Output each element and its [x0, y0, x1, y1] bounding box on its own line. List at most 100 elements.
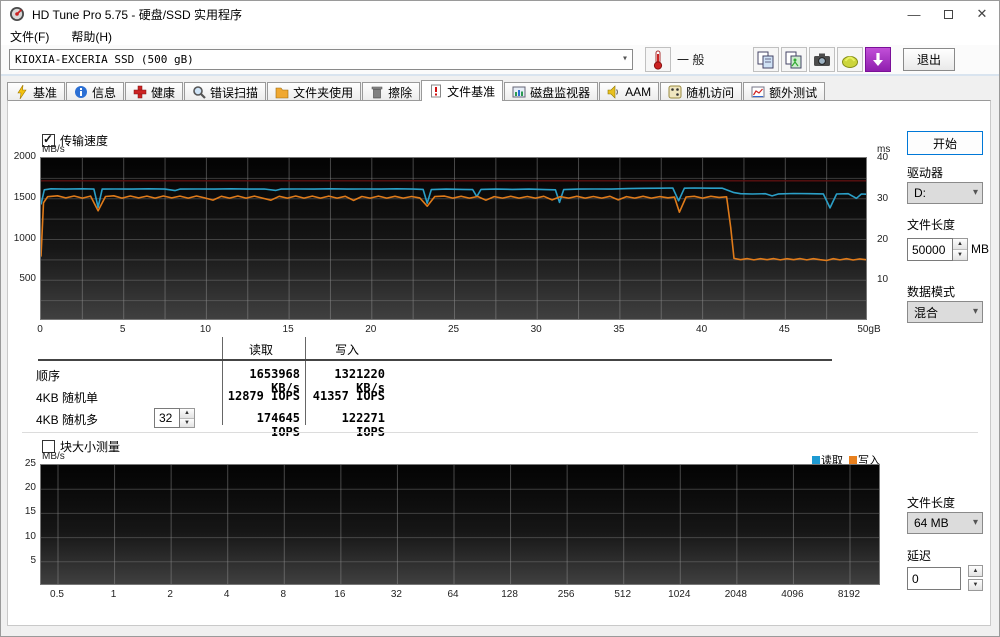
queue-depth-input[interactable]: 32 — [154, 408, 180, 428]
spin-down-icon[interactable]: ▼ — [953, 250, 967, 260]
exit-button[interactable]: 退出 — [903, 48, 955, 71]
save-icon — [840, 50, 860, 70]
transfer-speed-checkbox-label: 传输速度 — [60, 132, 108, 149]
spin-up-icon[interactable]: ▲ — [968, 565, 983, 577]
transfer-speed-chart-plot — [40, 157, 867, 320]
y-tick-label: 25 — [4, 458, 36, 469]
x-tick-label: 30 — [516, 324, 556, 335]
drive-dropdown[interactable]: D: ▾ — [907, 182, 983, 204]
download-arrow-icon — [869, 51, 887, 69]
screenshot-button[interactable] — [809, 47, 835, 72]
x-tick-label: 128 — [488, 589, 532, 600]
file-length2-dropdown-value: 64 MB — [914, 516, 949, 530]
data-mode-label: 数据模式 — [907, 283, 955, 300]
minimize-button[interactable]: — — [897, 1, 931, 27]
tab-health[interactable]: 健康 — [125, 82, 183, 101]
maximize-button[interactable] — [931, 1, 965, 27]
x-tick-label: 0 — [20, 324, 60, 335]
chevron-down-icon: ▾ — [973, 306, 978, 317]
spin-up-icon[interactable]: ▲ — [953, 239, 967, 250]
chevron-down-icon: ▾ — [973, 187, 978, 198]
tab-scan[interactable]: 错误扫描 — [184, 82, 266, 101]
y2-tick-label: 40 — [877, 152, 888, 163]
y-tick-label: 1500 — [4, 192, 36, 203]
menu-item-file[interactable]: 文件(F) — [10, 28, 49, 45]
data-mode-dropdown[interactable]: 混合 ▾ — [907, 301, 983, 323]
tab-random[interactable]: 随机访问 — [660, 82, 742, 101]
x-tick-label: 15 — [268, 324, 308, 335]
y-tick-label: 20 — [4, 482, 36, 493]
menu-item-help[interactable]: 帮助(H) — [71, 28, 112, 45]
x-tick-label: 32 — [374, 589, 418, 600]
tab-extra[interactable]: 额外测试 — [743, 82, 825, 101]
hd-tune-window: HD Tune Pro 5.75 - 硬盘/SSD 实用程序 — ✕ 文件(F)… — [0, 0, 1000, 637]
tab-info[interactable]: 信息 — [66, 82, 124, 101]
tab-gauge[interactable]: 基准 — [7, 82, 65, 101]
temperature-button[interactable] — [645, 47, 671, 72]
x-tick-label: 1 — [92, 589, 136, 600]
y-tick-label: 2000 — [4, 151, 36, 162]
y-axis-unit: MB/s — [42, 144, 65, 155]
copy-image-icon — [784, 50, 804, 70]
drive-label: 驱动器 — [907, 164, 943, 181]
thermometer-icon — [649, 50, 667, 70]
title-bar: HD Tune Pro 5.75 - 硬盘/SSD 实用程序 — ✕ — [1, 1, 999, 27]
x-tick-label: 35 — [599, 324, 639, 335]
queue-depth-spinner[interactable]: 32▲▼ — [154, 408, 195, 428]
extra-icon — [751, 85, 765, 99]
x-tick-label: 8 — [261, 589, 305, 600]
tab-erase[interactable]: 擦除 — [362, 82, 420, 101]
delay-input[interactable]: 0 — [907, 567, 961, 590]
tab-filebench[interactable]: 文件基准 — [421, 80, 503, 101]
spin-down-icon[interactable]: ▼ — [968, 579, 983, 591]
read-value: 174645 IOPS — [222, 411, 300, 439]
file-length2-label: 文件长度 — [907, 494, 955, 511]
delay-label: 延迟 — [907, 547, 931, 564]
copy-text-button[interactable] — [753, 47, 779, 72]
tab-label: 擦除 — [388, 84, 412, 101]
y2-tick-label: 20 — [877, 234, 888, 245]
block-size-chart-plot — [40, 464, 880, 585]
file-length-input[interactable]: 50000 — [907, 238, 953, 261]
delay-spinner[interactable]: ▲ ▼ — [968, 565, 983, 591]
save-results-button[interactable] — [837, 47, 863, 72]
y-tick-label: 15 — [4, 506, 36, 517]
tab-label: 信息 — [92, 84, 116, 101]
file-length2-dropdown[interactable]: 64 MB ▾ — [907, 512, 983, 534]
close-button[interactable]: ✕ — [965, 1, 999, 27]
x-tick-label: 1024 — [657, 589, 701, 600]
chevron-down-icon: ▾ — [622, 53, 628, 64]
write-column-header: 写入 — [306, 341, 388, 358]
row-label: 顺序 — [36, 367, 60, 384]
y-tick-label: 10 — [4, 531, 36, 542]
drive-select[interactable]: KIOXIA-EXCERIA SSD (500 gB) ▾ — [9, 49, 633, 70]
file-benchmark-panel: 传输速度 MB/s500100015002000ms10203040051015… — [7, 100, 991, 626]
spin-up-icon[interactable]: ▲ — [180, 409, 194, 419]
health-icon — [133, 85, 147, 99]
start-button[interactable]: 开始 — [907, 131, 983, 155]
section-divider — [22, 432, 978, 433]
copy-image-button[interactable] — [781, 47, 807, 72]
erase-icon — [370, 85, 384, 99]
chevron-down-icon: ▾ — [973, 517, 978, 528]
app-icon — [9, 6, 25, 22]
tab-monitor[interactable]: 磁盘监视器 — [504, 82, 598, 101]
row-label: 4KB 随机单 — [36, 389, 98, 406]
temperature-status: 一 般 — [677, 51, 719, 68]
download-button[interactable] — [865, 47, 891, 72]
spin-down-icon[interactable]: ▼ — [180, 419, 194, 428]
tab-speaker[interactable]: AAM — [599, 82, 659, 101]
folder-icon — [275, 85, 289, 99]
tab-label: 基准 — [33, 84, 57, 101]
gauge-icon — [15, 85, 29, 99]
tab-label: 磁盘监视器 — [530, 84, 590, 101]
file-length-label: 文件长度 — [907, 216, 955, 233]
window-title: HD Tune Pro 5.75 - 硬盘/SSD 实用程序 — [32, 6, 897, 23]
file-length-spinner[interactable]: 50000 ▲▼ — [907, 238, 968, 261]
y2-tick-label: 30 — [877, 193, 888, 204]
tab-folder[interactable]: 文件夹使用 — [267, 82, 361, 101]
x-tick-label: 2048 — [714, 589, 758, 600]
x-tick-label: 4096 — [770, 589, 814, 600]
block-size-checkbox-label: 块大小测量 — [60, 438, 120, 455]
speaker-icon — [607, 85, 621, 99]
